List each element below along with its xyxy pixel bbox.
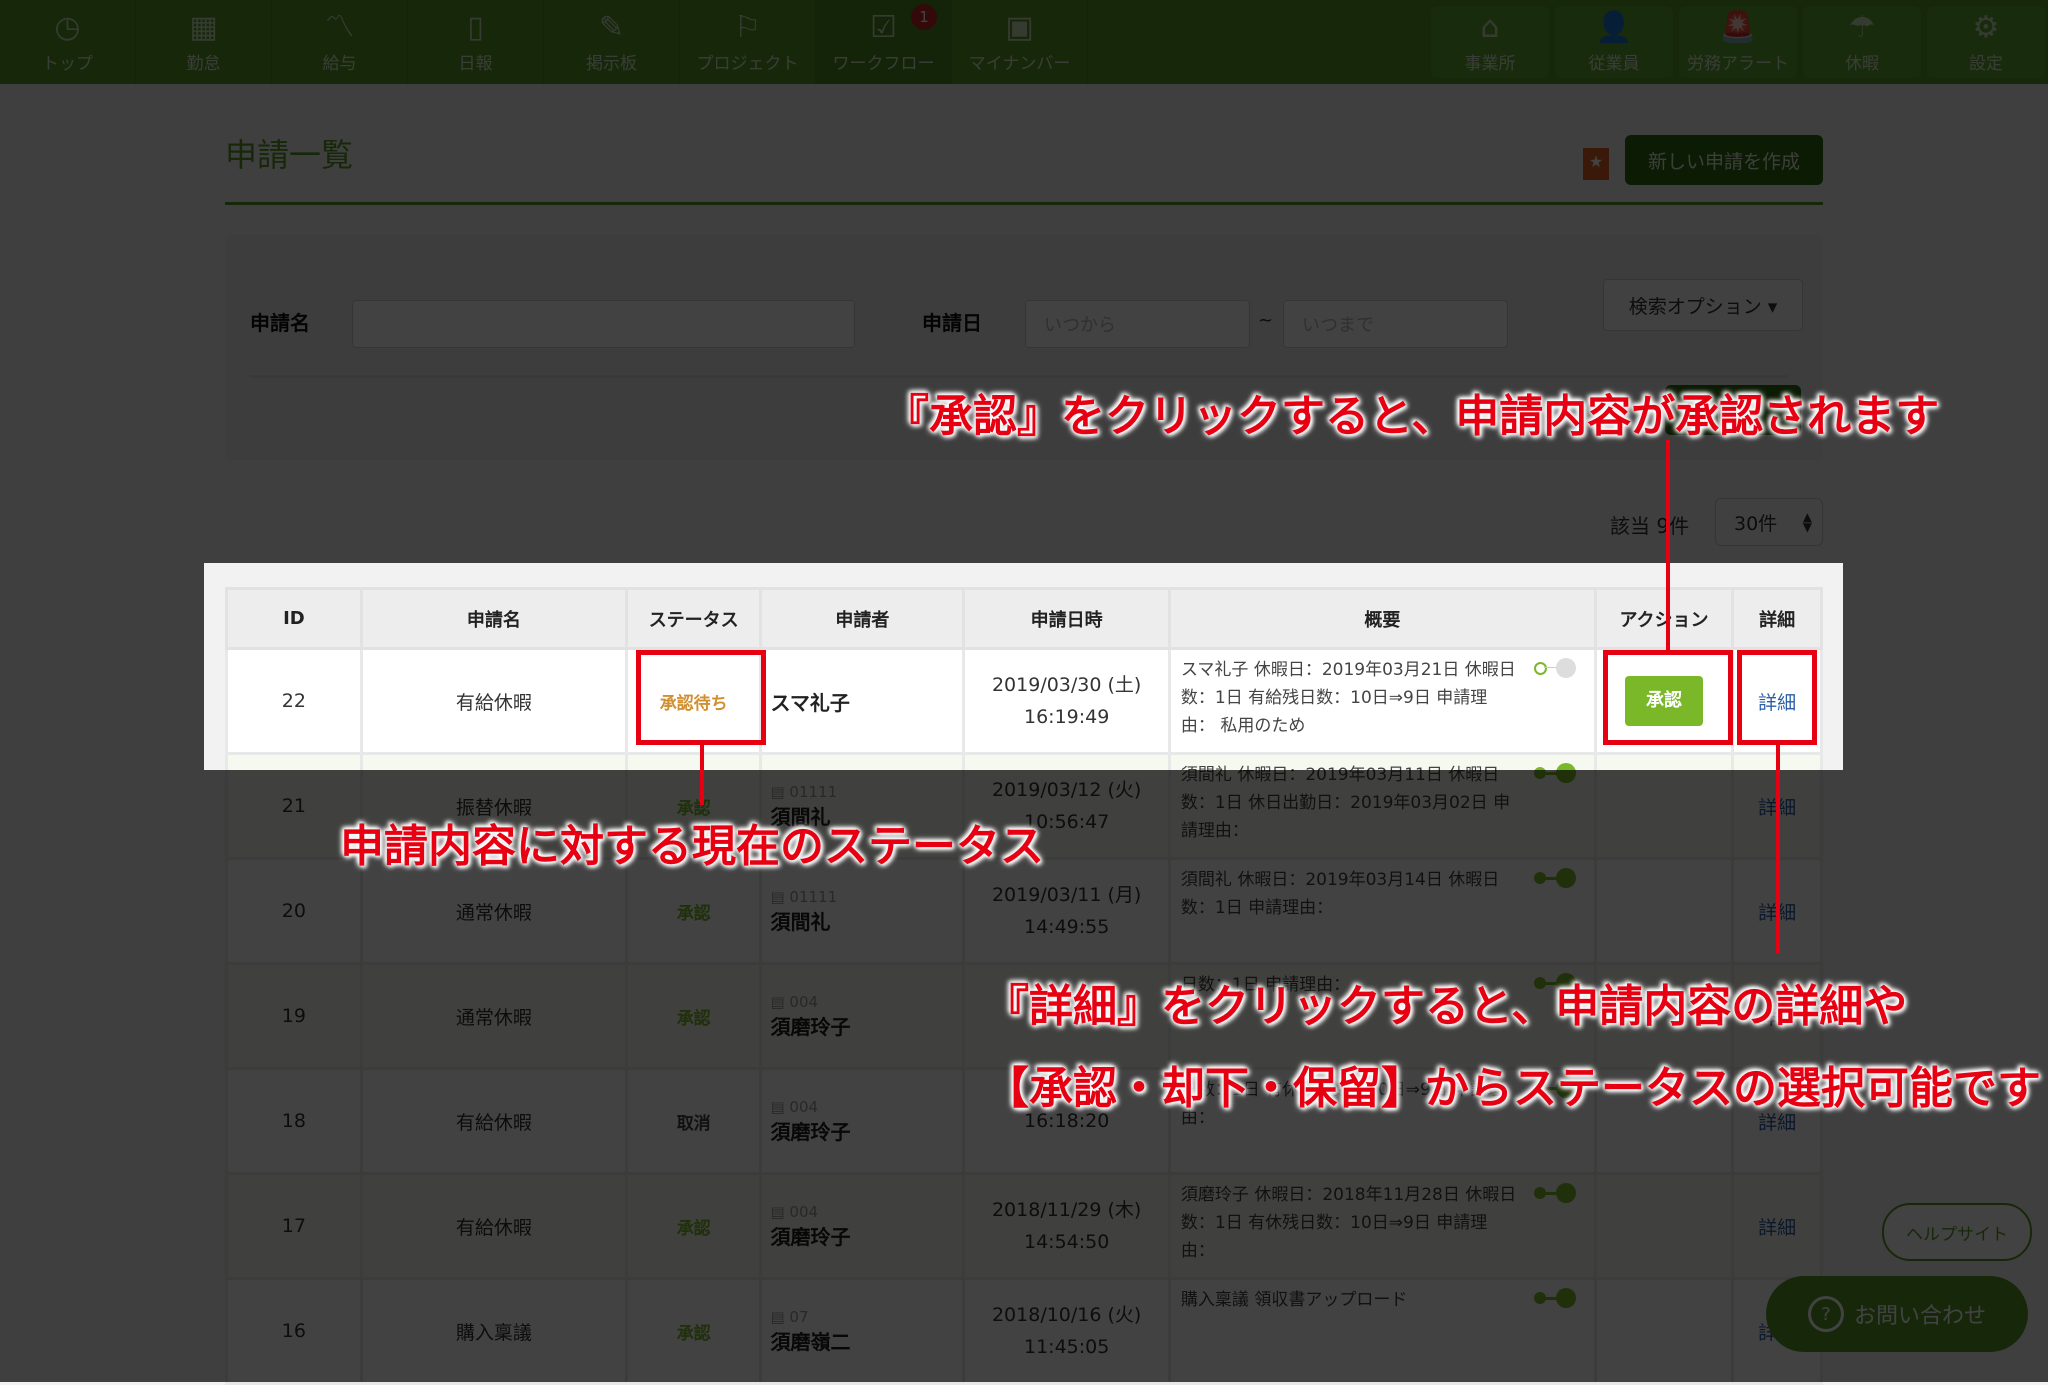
annotation-status: 申請内容に対する現在のステータス bbox=[340, 821, 1044, 872]
column-header: 申請者 bbox=[759, 587, 966, 650]
dim-overlay-top bbox=[0, 0, 2048, 563]
column-header: アクション bbox=[1593, 587, 1735, 650]
annotation-detail-line1: 『詳細』をクリックすると、申請内容の詳細や bbox=[985, 981, 1908, 1032]
summary-cell: スマ礼子 休暇日：2019年03月21日 休暇日数：1日 有給残日数：10日⇒9… bbox=[1167, 647, 1597, 755]
applicant-name: スマ礼子 bbox=[770, 690, 850, 715]
applicant-cell: スマ礼子 bbox=[759, 647, 966, 755]
workflow-progress-icon bbox=[1533, 658, 1576, 678]
id-cell: 22 bbox=[225, 647, 363, 755]
status-highlight-box bbox=[636, 650, 766, 745]
detail-connector-line bbox=[1776, 745, 1780, 953]
table-header-row: ID 申請名 ステータス 申請者 申請日時 概要 アクション 詳細 bbox=[225, 587, 1823, 650]
status-connector-line bbox=[700, 745, 704, 805]
table-row: 22 有給休暇 承認待ち スマ礼子 2019/03/30 (土) 16:19:49 スマ礼子… bbox=[225, 647, 1823, 755]
dim-overlay-left bbox=[0, 563, 204, 770]
annotation-approve: 『承認』をクリックすると、申請内容が承認されます bbox=[885, 391, 1940, 442]
request-date: 2019/03/30 (土) bbox=[991, 674, 1142, 696]
column-header: ステータス bbox=[624, 587, 763, 650]
annotation-detail-line2: 【承認・却下・保留】からステータスの選択可能です bbox=[985, 1063, 2041, 1114]
column-header: 申請日時 bbox=[962, 587, 1171, 650]
request-name-cell: 有給休暇 bbox=[359, 647, 628, 755]
request-time: 16:19:49 bbox=[1023, 706, 1110, 728]
dim-overlay-right bbox=[1843, 563, 2048, 770]
approve-highlight-box bbox=[1603, 650, 1733, 745]
detail-highlight-box bbox=[1737, 650, 1817, 745]
column-header: ID bbox=[225, 587, 363, 650]
summary-text: スマ礼子 休暇日：2019年03月21日 休暇日数：1日 有給残日数：10日⇒9… bbox=[1180, 660, 1516, 736]
column-header: 詳細 bbox=[1731, 587, 1823, 650]
approve-connector-line bbox=[1666, 440, 1670, 650]
date-cell: 2019/03/30 (土) 16:19:49 bbox=[962, 647, 1171, 755]
column-header: 概要 bbox=[1167, 587, 1597, 650]
column-header: 申請名 bbox=[359, 587, 628, 650]
